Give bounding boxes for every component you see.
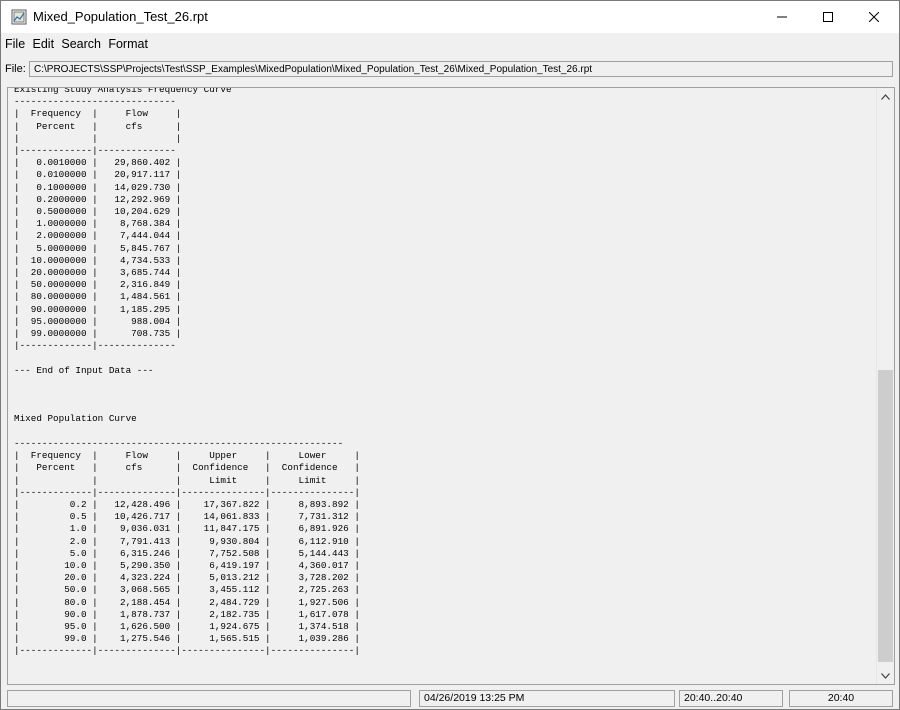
- report-line: |-------------|--------------: [14, 340, 176, 352]
- report-line: | 5.0000000 | 5,845.767 |: [14, 242, 182, 254]
- report-line: | 99.0000000 | 708.735 |: [14, 328, 182, 340]
- report-line: | 50.0 | 3,068.565 | 3,455.112 | 2,725.2…: [14, 584, 360, 596]
- report-line: | 20.0 | 4,323.224 | 5,013.212 | 3,728.2…: [14, 572, 360, 584]
- report-line: | 1.0 | 9,036.031 | 11,847.175 | 6,891.9…: [14, 523, 360, 535]
- report-line: | | | Limit | Limit |: [14, 474, 360, 486]
- report-line: | 0.5000000 | 10,204.629 |: [14, 206, 182, 218]
- report-line: | 0.2 | 12,428.496 | 17,367.822 | 8,893.…: [14, 498, 360, 510]
- report-line: | 5.0 | 6,315.246 | 7,752.508 | 5,144.44…: [14, 547, 360, 559]
- report-line: | 0.0010000 | 29,860.402 |: [14, 157, 182, 169]
- report-line: | 95.0 | 1,626.500 | 1,924.675 | 1,374.5…: [14, 620, 360, 632]
- report-line: Mixed Population Curve: [14, 413, 137, 425]
- report-line: | 0.2000000 | 12,292.969 |: [14, 193, 182, 205]
- report-window: Mixed_Population_Test_26.rpt File Edit S…: [0, 0, 900, 710]
- report-line: | 50.0000000 | 2,316.849 |: [14, 279, 182, 291]
- close-button[interactable]: [851, 1, 897, 33]
- report-line: --- End of Input Data ---: [14, 364, 154, 376]
- file-path-field[interactable]: C:\PROJECTS\SSP\Projects\Test\SSP_Exampl…: [29, 61, 893, 77]
- title-bar[interactable]: Mixed_Population_Test_26.rpt: [1, 1, 899, 33]
- report-line: |-------------|--------------: [14, 145, 176, 157]
- report-line: Existing Study Analysis Frequency Curve: [14, 87, 232, 95]
- report-line: | 90.0000000 | 1,185.295 |: [14, 303, 182, 315]
- status-time: 20:40: [789, 690, 893, 707]
- window-title: Mixed_Population_Test_26.rpt: [33, 9, 208, 24]
- report-line: | 0.0100000 | 20,917.117 |: [14, 169, 182, 181]
- chevron-up-icon: [881, 93, 890, 100]
- report-line: | 0.5 | 10,426.717 | 14,061.833 | 7,731.…: [14, 511, 360, 523]
- menu-file[interactable]: File: [5, 35, 25, 51]
- report-text-area[interactable]: Existing Study Analysis Frequency Curve …: [7, 87, 895, 685]
- menu-format[interactable]: Format: [108, 35, 148, 51]
- scroll-up-button[interactable]: [877, 88, 894, 105]
- status-time-range: 20:40..20:40: [679, 690, 783, 707]
- report-line: | 10.0 | 5,290.350 | 6,419.197 | 4,360.0…: [14, 559, 360, 571]
- status-bar: 04/26/2019 13:25 PM 20:40..20:40 20:40: [1, 689, 899, 709]
- file-path-bar: File: C:\PROJECTS\SSP\Projects\Test\SSP_…: [1, 59, 899, 81]
- minimize-button[interactable]: [759, 1, 805, 33]
- report-line: | 20.0000000 | 3,685.744 |: [14, 267, 182, 279]
- report-line: | Percent | cfs | Confidence | Confidenc…: [14, 462, 360, 474]
- chevron-down-icon: [881, 672, 890, 679]
- report-line: | 90.0 | 1,878.737 | 2,182.735 | 1,617.0…: [14, 608, 360, 620]
- status-datetime: 04/26/2019 13:25 PM: [419, 690, 675, 707]
- report-line: | 80.0000000 | 1,484.561 |: [14, 291, 182, 303]
- report-line: | | |: [14, 132, 182, 144]
- report-line: | Frequency | Flow | Upper | Lower |: [14, 450, 360, 462]
- scroll-down-button[interactable]: [877, 667, 894, 684]
- report-line: | 80.0 | 2,188.454 | 2,484.729 | 1,927.5…: [14, 596, 360, 608]
- report-line: | 95.0000000 | 988.004 |: [14, 315, 182, 327]
- status-message: [7, 690, 411, 707]
- report-line: | 99.0 | 1,275.546 | 1,565.515 | 1,039.2…: [14, 633, 360, 645]
- menu-search[interactable]: Search: [61, 35, 101, 51]
- maximize-button[interactable]: [805, 1, 851, 33]
- file-label: File:: [5, 63, 26, 75]
- report-line: | 2.0 | 7,791.413 | 9,930.804 | 6,112.91…: [14, 535, 360, 547]
- maximize-icon: [823, 12, 833, 22]
- report-line: ----------------------------------------…: [14, 437, 344, 449]
- report-line: | Frequency | Flow |: [14, 108, 182, 120]
- report-line: | Percent | cfs |: [14, 120, 182, 132]
- report-file-icon: [11, 9, 27, 25]
- report-line: |-------------|--------------|----------…: [14, 645, 360, 657]
- report-line: -----------------------------: [14, 96, 176, 108]
- minimize-icon: [777, 16, 787, 18]
- scroll-thumb[interactable]: [878, 370, 893, 662]
- report-line: | 2.0000000 | 7,444.044 |: [14, 230, 182, 242]
- menu-edit[interactable]: Edit: [33, 35, 55, 51]
- report-line: | 0.1000000 | 14,029.730 |: [14, 181, 182, 193]
- report-line: | 1.0000000 | 8,768.384 |: [14, 218, 182, 230]
- vertical-scrollbar[interactable]: [876, 88, 894, 684]
- report-line: |-------------|--------------|----------…: [14, 486, 360, 498]
- report-line: | 10.0000000 | 4,734.533 |: [14, 254, 182, 266]
- report-content: Existing Study Analysis Frequency Curve …: [14, 87, 360, 658]
- menu-bar: File Edit Search Format: [1, 35, 899, 55]
- close-icon: [869, 12, 879, 22]
